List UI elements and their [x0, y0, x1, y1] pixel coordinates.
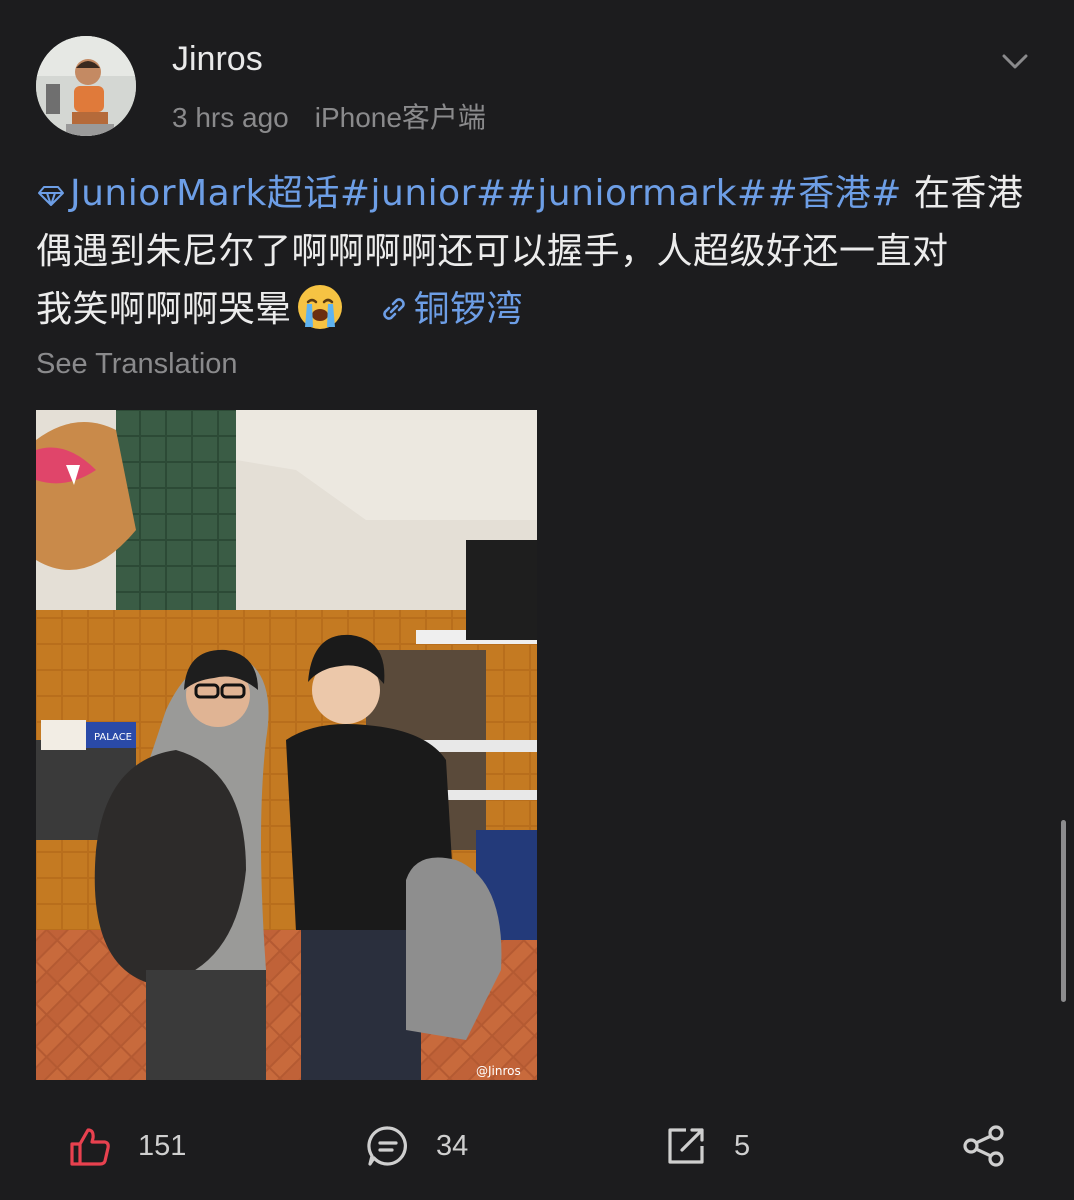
avatar-photo	[36, 36, 136, 136]
diamond-icon	[38, 186, 64, 206]
thumbs-up-icon	[70, 1128, 110, 1166]
post-meta: 3 hrs ago iPhone客户端	[172, 96, 486, 136]
comment-button[interactable]: 34	[366, 1118, 468, 1174]
location-link[interactable]: 铜锣湾	[378, 289, 524, 330]
photo-image: PALACE @Jinros	[36, 410, 537, 1080]
comment-icon	[367, 1126, 407, 1166]
post-text: JuniorMark超话#junior##juniormark##香港# 在香港…	[36, 165, 1036, 339]
repost-count: 5	[734, 1129, 751, 1162]
location-name: 铜锣湾	[413, 289, 524, 330]
username[interactable]: Jinros	[172, 40, 263, 79]
text-line-2: 偶遇到朱尼尔了啊啊啊啊还可以握手，人超级好还一直对	[36, 231, 949, 272]
scrollbar[interactable]	[1061, 820, 1066, 1002]
repost-button[interactable]: 5	[664, 1118, 750, 1174]
post-photo[interactable]: PALACE @Jinros	[36, 410, 537, 1080]
topic-link[interactable]: JuniorMark超话#junior##juniormark##香港#	[36, 173, 902, 214]
crying-face-icon	[297, 285, 342, 329]
share-button[interactable]	[962, 1118, 1006, 1174]
share-icon	[963, 1125, 1004, 1167]
topic-tags: JuniorMark超话#junior##juniormark##香港#	[70, 173, 902, 214]
comment-count: 34	[436, 1129, 469, 1162]
like-button[interactable]: 151	[68, 1118, 186, 1174]
see-translation-link[interactable]: See Translation	[36, 348, 238, 381]
photo-watermark: @Jinros	[476, 1064, 521, 1078]
chevron-down-icon[interactable]	[998, 44, 1032, 78]
text-line-3: 我笑啊啊啊哭晕	[36, 289, 292, 330]
like-count: 151	[138, 1129, 187, 1162]
repost-icon	[668, 1128, 704, 1164]
avatar[interactable]	[36, 36, 136, 136]
timestamp: 3 hrs ago	[172, 102, 289, 133]
shirt-text: PALACE	[94, 732, 132, 743]
text-line-1: 在香港	[901, 173, 1024, 214]
link-icon	[382, 298, 405, 320]
device-source: iPhone客户端	[314, 102, 486, 133]
